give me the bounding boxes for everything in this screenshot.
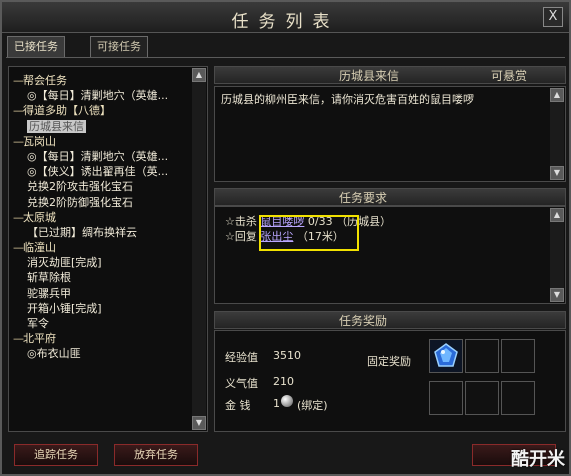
req-prefix: ☆击杀 <box>225 215 257 228</box>
tree-item-label: 帮会任务 <box>23 74 67 87</box>
letter-panel: 历城县的柳州臣来信，请你消灭危害百姓的鼠目喽啰 ▲ ▼ <box>214 86 566 182</box>
highlight-box <box>259 215 359 251</box>
collapse-icon[interactable]: — <box>13 73 24 88</box>
tree-item-label: ◎【每日】清剿地穴（英雄... <box>27 89 169 103</box>
title-bar: 任务列表 X <box>2 2 569 33</box>
tree-scrollbar[interactable]: ▲ ▼ <box>192 68 206 430</box>
tree-quest-item[interactable]: 驼骡兵甲 <box>13 286 189 301</box>
letter-text: 历城县的柳州臣来信，请你消灭危害百姓的鼠目喽啰 <box>221 93 474 106</box>
money-label: 金 钱 <box>225 399 251 412</box>
tree-item-label: 消灭劫匪[完成] <box>27 256 102 270</box>
money-value: 1 <box>273 397 280 410</box>
tree-item-label: 开箱小锤[完成] <box>27 301 102 315</box>
quest-window: 任务列表 X 已接任务 可接任务 —帮会任务 ◎【每日】清剿地穴（英雄... —得道… <box>0 0 571 476</box>
tree-item-label: ◎【侠义】诱出翟再佳（英... <box>27 165 169 179</box>
watermark: 酷开米 <box>511 449 565 470</box>
collapse-icon[interactable]: — <box>13 134 24 149</box>
rewards-panel: 经验值 3510 义气值 210 金 钱 1 (绑定) 固定奖励 <box>214 330 566 432</box>
req-prefix: ☆回复 <box>225 230 257 243</box>
tree-item-label: 临潼山 <box>23 241 56 255</box>
exp-value: 3510 <box>273 349 301 362</box>
exp-label: 经验值 <box>225 351 258 364</box>
yiqi-value: 210 <box>273 375 294 388</box>
letter-title: 历城县来信 <box>339 69 400 83</box>
tree-quest-item[interactable]: 兑换2阶防御强化宝石 <box>13 195 189 210</box>
tree-quest-item[interactable]: 斩草除根 <box>13 270 189 285</box>
tree-quest-item[interactable]: 军令 <box>13 316 189 331</box>
scroll-up-button[interactable]: ▲ <box>192 68 206 82</box>
tree-item-label: 兑换2阶攻击强化宝石 <box>27 180 133 194</box>
tree-quest-item[interactable]: ◎布衣山匪 <box>13 346 189 361</box>
tree-item-label: 得道多助【八德】 <box>23 104 111 118</box>
tree-item-label: 【已过期】绸布换祥云 <box>27 225 137 239</box>
quest-tree: —帮会任务 ◎【每日】清剿地穴（英雄... —得道多助【八德】 历城县来信 —瓦岗山 ◎【… <box>8 66 208 432</box>
bounty-label[interactable]: 可悬赏 <box>491 67 527 85</box>
collapse-icon[interactable]: — <box>13 210 24 225</box>
fixed-reward-label: 固定奖励 <box>367 355 411 368</box>
tree-quest-item[interactable]: 开箱小锤[完成] <box>13 301 189 316</box>
scroll-down-button[interactable]: ▼ <box>550 166 564 180</box>
rewards-header: 任务奖励 <box>214 311 566 329</box>
tab-divider <box>6 57 565 58</box>
tree-category[interactable]: —得道多助【八德】 <box>13 103 189 118</box>
tree-quest-item[interactable]: ◎【侠义】诱出翟再佳（英... <box>13 164 189 179</box>
abandon-quest-button[interactable]: 放弃任务 <box>114 444 198 466</box>
tree-category[interactable]: —太原城 <box>13 210 189 225</box>
tree-quest-item[interactable]: 【已过期】绸布换祥云 <box>13 225 189 240</box>
tree-item-label: 北平府 <box>23 332 56 346</box>
tree-category[interactable]: —帮会任务 <box>13 73 189 88</box>
gem-icon <box>434 343 458 367</box>
close-button[interactable]: X <box>543 7 563 27</box>
tree-item-label: ◎布衣山匪 <box>27 347 81 361</box>
tree-quest-item[interactable]: 历城县来信 <box>13 119 189 134</box>
requirements-scrollbar[interactable]: ▲ ▼ <box>550 208 564 302</box>
tab-accepted[interactable]: 已接任务 <box>7 36 65 57</box>
track-quest-button[interactable]: 追踪任务 <box>14 444 98 466</box>
tree-item-label: 瓦岗山 <box>23 134 56 148</box>
window-title: 任务列表 <box>231 12 340 32</box>
tree-item-label: 斩草除根 <box>27 271 71 285</box>
rewards-title: 任务奖励 <box>339 314 388 328</box>
tree-quest-item[interactable]: ◎【每日】清剿地穴（英雄... <box>13 88 189 103</box>
reward-slot[interactable] <box>465 381 499 415</box>
tree-quest-item[interactable]: ◎【每日】清剿地穴（英雄... <box>13 149 189 164</box>
collapse-icon[interactable]: — <box>13 240 24 255</box>
letter-header: 历城县来信 可悬赏 <box>214 66 566 84</box>
reward-slot[interactable] <box>429 339 463 373</box>
tree-category[interactable]: —瓦岗山 <box>13 134 189 149</box>
requirements-header: 任务要求 <box>214 188 566 206</box>
tree-item-label: 兑换2阶防御强化宝石 <box>27 195 133 209</box>
yiqi-label: 义气值 <box>225 377 258 390</box>
scroll-down-button[interactable]: ▼ <box>550 288 564 302</box>
tree-category[interactable]: —北平府 <box>13 331 189 346</box>
tree-quest-item[interactable]: 消灭劫匪[完成] <box>13 255 189 270</box>
silver-coin-icon <box>281 395 293 407</box>
requirements-title: 任务要求 <box>339 191 388 205</box>
tree-item-label: 历城县来信 <box>27 119 86 133</box>
tree-item-label: 军令 <box>27 317 49 330</box>
collapse-icon[interactable]: — <box>13 103 24 118</box>
tree-item-label: 太原城 <box>23 210 56 224</box>
scroll-up-button[interactable]: ▲ <box>550 208 564 222</box>
reward-slot[interactable] <box>465 339 499 373</box>
letter-scrollbar[interactable]: ▲ ▼ <box>550 88 564 180</box>
collapse-icon[interactable]: — <box>13 331 24 346</box>
scroll-up-button[interactable]: ▲ <box>550 88 564 102</box>
tree-category[interactable]: —临潼山 <box>13 240 189 255</box>
reward-slot[interactable] <box>429 381 463 415</box>
tree-item-label: 驼骡兵甲 <box>27 286 71 300</box>
reward-slot[interactable] <box>501 339 535 373</box>
tree-item-label: ◎【每日】清剿地穴（英雄... <box>27 149 169 163</box>
tab-available[interactable]: 可接任务 <box>90 36 148 57</box>
tree-quest-item[interactable]: 兑换2阶攻击强化宝石 <box>13 179 189 194</box>
requirements-panel: ☆击杀 鼠目喽啰 0/33 （历城县） ☆回复 张出尘 （17米） ▲ ▼ <box>214 206 566 304</box>
reward-slot[interactable] <box>501 381 535 415</box>
quest-tree-list: —帮会任务 ◎【每日】清剿地穴（英雄... —得道多助【八德】 历城县来信 —瓦岗山 ◎【… <box>13 73 189 362</box>
scroll-down-button[interactable]: ▼ <box>192 416 206 430</box>
money-bind-label: (绑定) <box>297 399 328 412</box>
